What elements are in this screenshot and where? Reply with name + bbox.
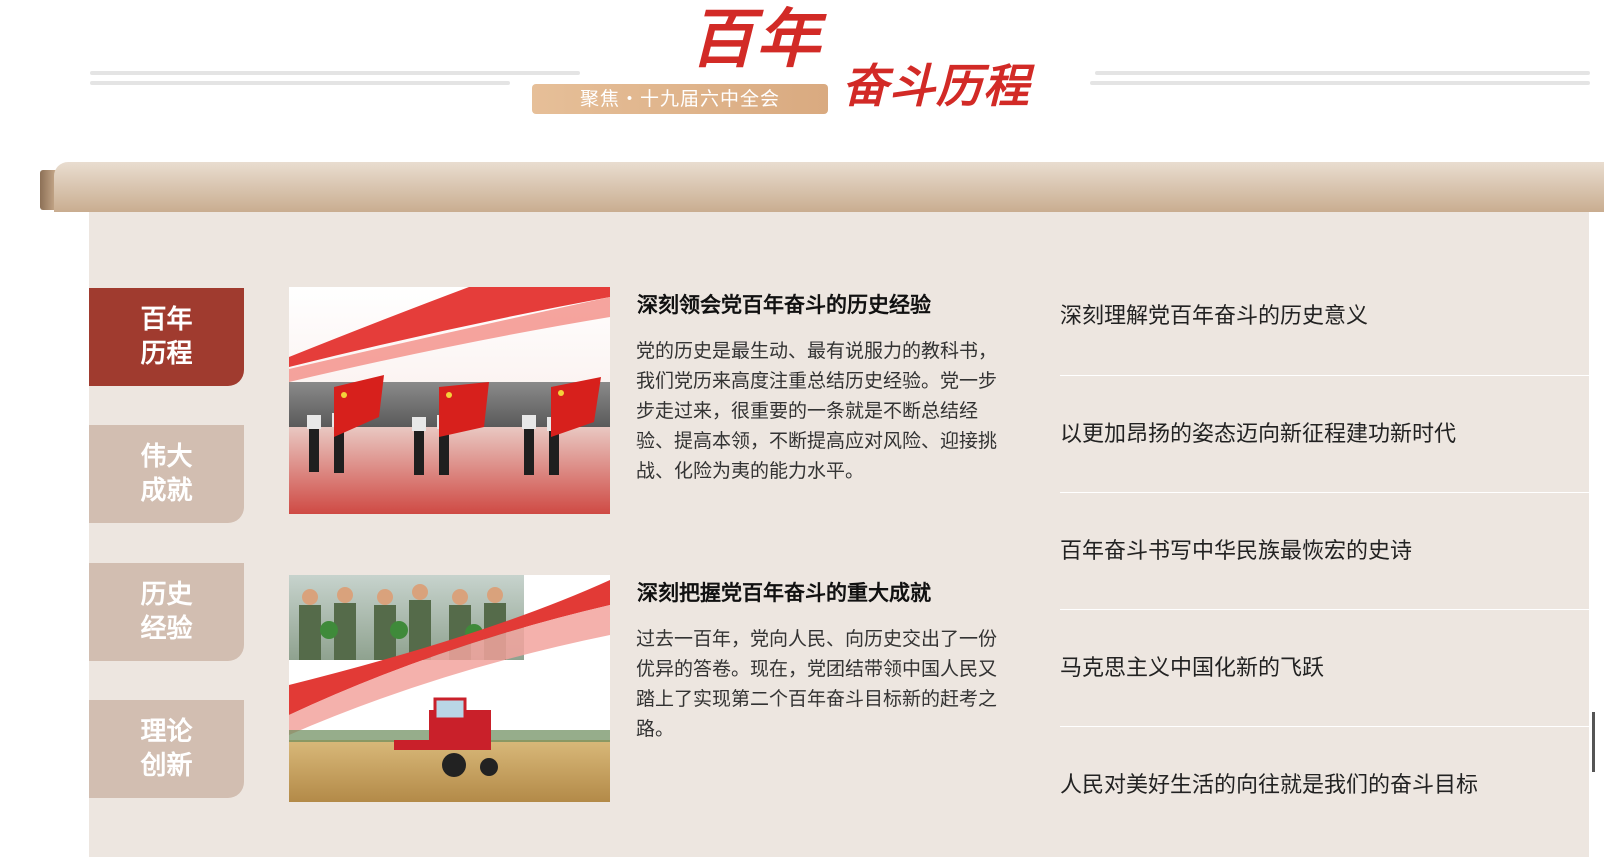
- tab-label-line2: 经验: [140, 614, 193, 644]
- header-line-right-2: [1090, 81, 1590, 85]
- header-line-right: [1095, 71, 1590, 75]
- tab-lishi-jingyan[interactable]: 历史 经验: [89, 563, 244, 661]
- tab-label-line1: 理论: [140, 717, 193, 747]
- list-item[interactable]: 百年奋斗书写中华民族最恢宏的史诗: [1060, 493, 1590, 610]
- scroll-edge: [1592, 712, 1595, 772]
- list-item[interactable]: 深刻理解党百年奋斗的历史意义: [1060, 262, 1590, 376]
- list-item[interactable]: 人民对美好生活的向往就是我们的奋斗目标: [1060, 727, 1590, 844]
- tab-bainian-licheng[interactable]: 百年 历程: [89, 288, 244, 386]
- tab-label-line1: 百年: [140, 305, 193, 335]
- article-2-title[interactable]: 深刻把握党百年奋斗的重大成就: [637, 578, 1017, 608]
- header-line-left: [90, 71, 580, 75]
- tab-label-line2: 历程: [140, 339, 193, 369]
- header-title-sub: 奋斗历程: [842, 59, 1030, 113]
- tab-weida-chengjiu[interactable]: 伟大 成就: [89, 425, 244, 523]
- tab-label-line1: 历史: [140, 580, 193, 610]
- article-2-photo[interactable]: [289, 575, 610, 802]
- list-item[interactable]: 以更加昂扬的姿态迈向新征程建功新时代: [1060, 376, 1590, 493]
- banner-band: [54, 162, 1604, 212]
- article-1-photo[interactable]: [289, 287, 610, 514]
- header-line-left-2: [90, 81, 510, 85]
- tab-label-line1: 伟大: [140, 442, 193, 472]
- tab-lilun-chuangxin[interactable]: 理论 创新: [89, 700, 244, 798]
- tab-label-line2: 创新: [140, 751, 193, 781]
- header-title-main: 百年: [690, 3, 822, 77]
- header-pill-label: 聚焦・十九届六中全会: [532, 84, 828, 114]
- related-links-list: 深刻理解党百年奋斗的历史意义 以更加昂扬的姿态迈向新征程建功新时代 百年奋斗书写…: [1060, 262, 1590, 844]
- page-header: 百年 奋斗历程 聚焦・十九届六中全会: [0, 0, 1604, 130]
- article-1-title[interactable]: 深刻领会党百年奋斗的历史经验: [637, 290, 1017, 320]
- article-2-summary: 过去一百年，党向人民、向历史交出了一份优异的答卷。现在，党团结带领中国人民又踏上…: [636, 628, 998, 740]
- list-item[interactable]: 马克思主义中国化新的飞跃: [1060, 610, 1590, 727]
- tab-label-line2: 成就: [140, 476, 193, 506]
- article-1-summary: 党的历史是最生动、最有说服力的教科书，我们党历来高度注重总结历史经验。党一步步走…: [636, 340, 998, 482]
